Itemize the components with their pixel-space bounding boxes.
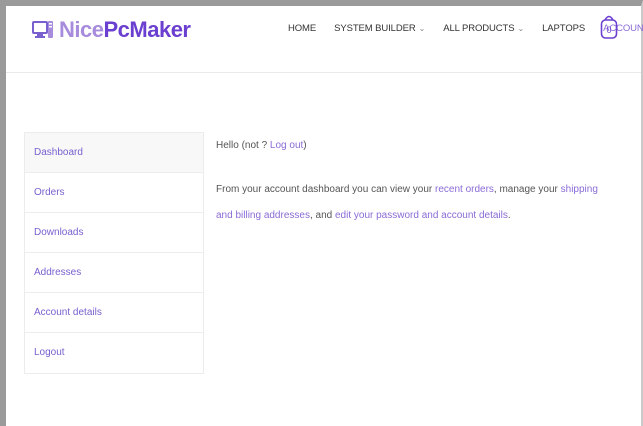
site-header: NicePcMaker HOME SYSTEM BUILDER ⌄ ALL PRO… [6, 6, 643, 73]
sidebar-item-dashboard[interactable]: Dashboard [25, 133, 203, 173]
chevron-down-icon: ⌄ [418, 23, 426, 33]
sidebar-item-logout[interactable]: Logout [25, 333, 203, 373]
sidebar-item-addresses[interactable]: Addresses [25, 253, 203, 293]
logo-text-part2: PcMaker [103, 17, 191, 42]
nav-laptops[interactable]: LAPTOPS [542, 23, 585, 34]
recent-orders-link[interactable]: recent orders [435, 184, 494, 195]
sidebar-item-downloads[interactable]: Downloads [25, 213, 203, 253]
shopping-bag-icon: 0 [600, 15, 618, 39]
logo-text: NicePcMaker [59, 17, 191, 43]
cart-count: 0 [606, 25, 611, 35]
logo-text-part1: Nice [59, 17, 104, 42]
computer-icon [32, 21, 53, 38]
chevron-down-icon: ⌄ [517, 23, 525, 33]
greeting-text: Hello (not ? Log out) [216, 140, 307, 151]
sidebar-item-account-details[interactable]: Account details [25, 293, 203, 333]
dashboard-intro: From your account dashboard you can view… [216, 184, 598, 221]
site-logo[interactable]: NicePcMaker [32, 17, 191, 43]
account-sidebar: Dashboard Orders Downloads Addresses Acc… [24, 132, 204, 374]
nav-all-products[interactable]: ALL PRODUCTS ⌄ [443, 23, 524, 34]
nav-system-builder[interactable]: SYSTEM BUILDER ⌄ [334, 23, 425, 34]
logout-link[interactable]: Log out [270, 140, 303, 151]
account-details-link[interactable]: edit your password and account details [335, 210, 508, 221]
dashboard-content: Hello (not ? Log out) From your account … [216, 139, 616, 229]
main-nav: HOME SYSTEM BUILDER ⌄ ALL PRODUCTS ⌄ LAPTO… [288, 6, 643, 50]
cart-button[interactable]: 0 [600, 14, 618, 40]
sidebar-item-orders[interactable]: Orders [25, 173, 203, 213]
nav-home[interactable]: HOME [288, 23, 316, 34]
